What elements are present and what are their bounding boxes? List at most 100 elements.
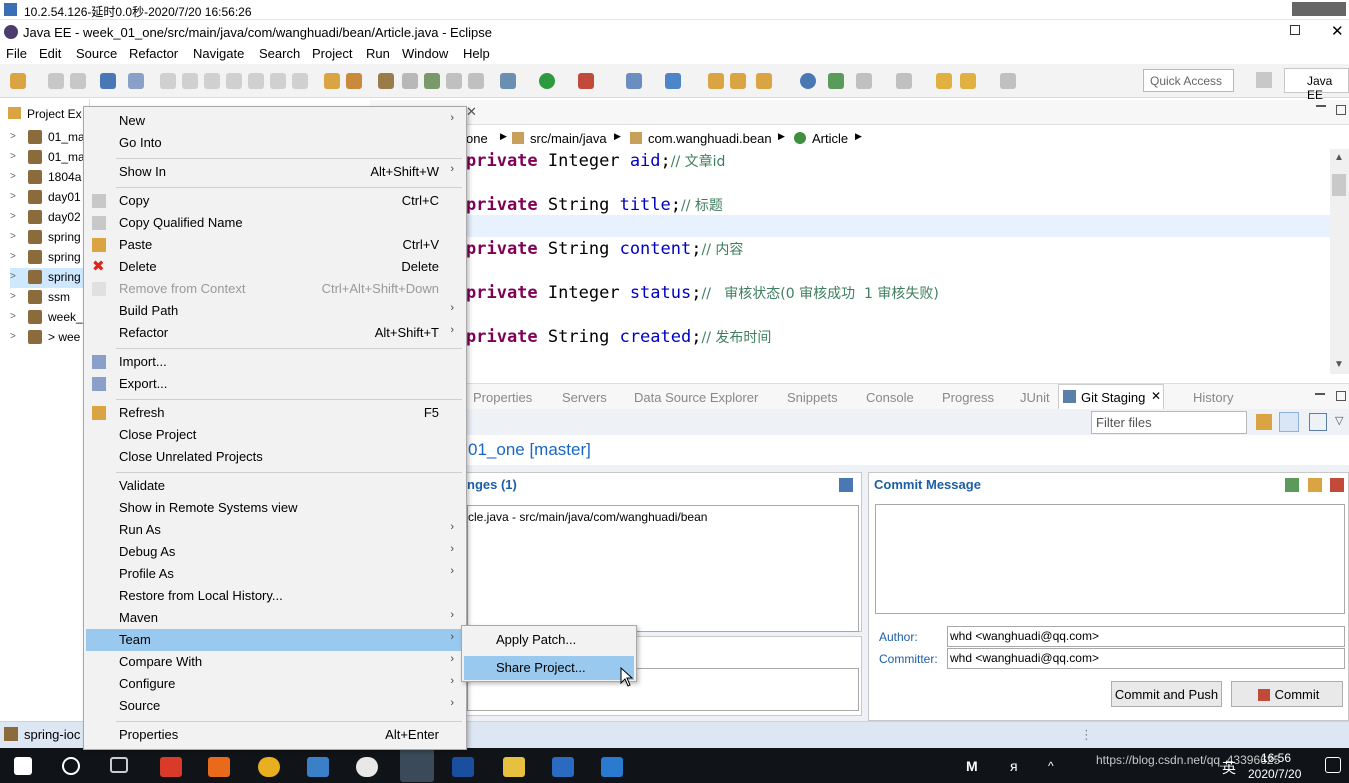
disconnect-icon[interactable] bbox=[226, 73, 242, 89]
tab-console[interactable]: Console bbox=[866, 390, 914, 405]
breadcrumb-item[interactable]: Article bbox=[812, 131, 848, 146]
clock-time[interactable]: 16:56 bbox=[1261, 751, 1291, 765]
chevron-up-icon[interactable]: ^ bbox=[1048, 759, 1054, 773]
baidu-icon[interactable] bbox=[356, 757, 378, 777]
search-icon[interactable] bbox=[62, 757, 80, 775]
menu-item-show-in[interactable]: Show In Alt+Shift+W › bbox=[86, 161, 464, 183]
minimize-icon[interactable] bbox=[1315, 393, 1325, 395]
committer-input[interactable]: whd <wanghuadi@qq.com> bbox=[947, 648, 1345, 669]
skip-breakpoints-icon[interactable] bbox=[128, 73, 144, 89]
menu-item-apply-patch[interactable]: Apply Patch... bbox=[464, 628, 634, 652]
tab-progress[interactable]: Progress bbox=[942, 390, 994, 405]
scroll-up-icon[interactable]: ▲ bbox=[1334, 152, 1344, 163]
forward-icon[interactable] bbox=[1000, 73, 1016, 89]
menu-source[interactable]: Source bbox=[76, 46, 117, 61]
menu-window[interactable]: Window bbox=[402, 46, 448, 61]
signoff-icon[interactable] bbox=[1308, 478, 1322, 492]
menu-item-debug-as[interactable]: Debug As › bbox=[86, 541, 464, 563]
java-ee-icon[interactable] bbox=[346, 73, 362, 89]
menu-item-profile-as[interactable]: Profile As › bbox=[86, 563, 464, 585]
breadcrumb-item[interactable]: one bbox=[466, 131, 488, 146]
minimize-icon[interactable] bbox=[1316, 105, 1326, 107]
prev-annotation-icon[interactable] bbox=[896, 73, 912, 89]
menu-item-copy-qualified-name[interactable]: Copy Qualified Name bbox=[86, 212, 464, 234]
menu-item-team[interactable]: Team › bbox=[86, 629, 464, 651]
eclipse-taskbar-icon[interactable] bbox=[400, 748, 434, 782]
unstaged-file[interactable]: cle.java - src/main/java/com/wanghuadi/b… bbox=[468, 510, 707, 524]
commit-and-push-button[interactable]: Commit and Push bbox=[1111, 681, 1222, 707]
menu-item-refresh[interactable]: Refresh F5 bbox=[86, 402, 464, 424]
layout-icon[interactable] bbox=[1309, 413, 1327, 431]
menu-item-compare-with[interactable]: Compare With › bbox=[86, 651, 464, 673]
menu-item-copy[interactable]: Copy Ctrl+C bbox=[86, 190, 464, 212]
perspective-java-ee[interactable]: Java EE bbox=[1284, 68, 1349, 102]
menu-item-build-path[interactable]: Build Path › bbox=[86, 300, 464, 322]
commit-message-input[interactable] bbox=[875, 504, 1345, 614]
ime-m-icon[interactable]: M bbox=[966, 758, 978, 774]
amend-icon[interactable] bbox=[1285, 478, 1299, 492]
menu-run[interactable]: Run bbox=[366, 46, 390, 61]
menu-item-show-remote-systems[interactable]: Show in Remote Systems view bbox=[86, 497, 464, 519]
tab-junit[interactable]: JUnit bbox=[1020, 390, 1050, 405]
globe-icon[interactable] bbox=[800, 73, 816, 89]
new-package-icon[interactable] bbox=[665, 73, 681, 89]
new-icon[interactable] bbox=[10, 73, 26, 89]
breadcrumb-item[interactable]: com.wanghuadi.bean bbox=[648, 131, 772, 146]
server-icon[interactable] bbox=[378, 73, 394, 89]
people-icon[interactable]: ᴙ bbox=[1010, 758, 1018, 774]
maximize-icon[interactable] bbox=[1336, 105, 1346, 115]
menu-search[interactable]: Search bbox=[259, 46, 300, 61]
menu-item-restore-local-history[interactable]: Restore from Local History... bbox=[86, 585, 464, 607]
menu-item-refactor[interactable]: Refactor Alt+Shift+T › bbox=[86, 322, 464, 344]
suspend-icon[interactable] bbox=[182, 73, 198, 89]
open-folder-icon[interactable] bbox=[730, 73, 746, 89]
open-type-icon[interactable] bbox=[708, 73, 724, 89]
tab-git-staging[interactable]: Git Staging ✕ bbox=[1058, 384, 1164, 410]
clock-date[interactable]: 2020/7/20 bbox=[1248, 767, 1301, 781]
author-input[interactable]: whd <wanghuadi@qq.com> bbox=[947, 626, 1345, 647]
change-id-icon[interactable] bbox=[1330, 478, 1344, 492]
clipboard-icon[interactable] bbox=[446, 73, 462, 89]
last-edit-icon[interactable] bbox=[936, 73, 952, 89]
chrome-icon[interactable] bbox=[258, 757, 280, 777]
menu-item-close-unrelated-projects[interactable]: Close Unrelated Projects bbox=[86, 446, 464, 468]
menu-item-delete[interactable]: ✖ Delete Delete bbox=[86, 256, 464, 278]
gear-icon[interactable] bbox=[424, 73, 440, 89]
filter-files-input[interactable]: Filter files bbox=[1091, 411, 1247, 434]
project-explorer-tab[interactable]: Project Ex bbox=[0, 99, 90, 127]
terminal-icon[interactable] bbox=[100, 73, 116, 89]
cut-icon[interactable] bbox=[402, 73, 418, 89]
task-view-icon[interactable] bbox=[110, 757, 128, 773]
menu-file[interactable]: File bbox=[6, 46, 27, 61]
tab-data-source-explorer[interactable]: Data Source Explorer bbox=[634, 390, 758, 405]
code-editor[interactable]: private Integer aid;// 文章id private Stri… bbox=[466, 149, 1330, 359]
quick-access-input[interactable]: Quick Access bbox=[1143, 69, 1234, 92]
menu-item-configure[interactable]: Configure › bbox=[86, 673, 464, 695]
menu-edit[interactable]: Edit bbox=[39, 46, 61, 61]
table-icon[interactable] bbox=[468, 73, 484, 89]
mp-icon[interactable] bbox=[452, 757, 474, 777]
computer-icon[interactable] bbox=[307, 757, 329, 777]
scroll-thumb[interactable] bbox=[1332, 174, 1346, 196]
tab-servers[interactable]: Servers bbox=[562, 390, 607, 405]
pencil-icon[interactable] bbox=[756, 73, 772, 89]
office-icon[interactable] bbox=[208, 757, 230, 777]
close-icon[interactable]: ✕ bbox=[466, 104, 477, 120]
sync-icon[interactable] bbox=[828, 73, 844, 89]
remote-controls[interactable] bbox=[1292, 2, 1346, 16]
menu-item-new[interactable]: New › bbox=[86, 110, 464, 132]
tab-properties[interactable]: Properties bbox=[473, 390, 532, 405]
save-all-icon[interactable] bbox=[70, 73, 86, 89]
toggle-mark-icon[interactable] bbox=[324, 73, 340, 89]
scroll-down-icon[interactable]: ▼ bbox=[1334, 359, 1344, 370]
tab-history[interactable]: History bbox=[1193, 390, 1233, 405]
resume-icon[interactable] bbox=[160, 73, 176, 89]
sort-icon[interactable] bbox=[839, 478, 853, 492]
external-tools-icon[interactable] bbox=[578, 73, 594, 89]
close-icon[interactable]: ✕ bbox=[1331, 22, 1344, 40]
menu-item-share-project[interactable]: Share Project... bbox=[464, 656, 634, 680]
next-annotation-icon[interactable] bbox=[856, 73, 872, 89]
new-class-icon[interactable] bbox=[626, 73, 642, 89]
commit-button[interactable]: Commit bbox=[1231, 681, 1343, 707]
breadcrumb-item[interactable]: src/main/java bbox=[530, 131, 607, 146]
